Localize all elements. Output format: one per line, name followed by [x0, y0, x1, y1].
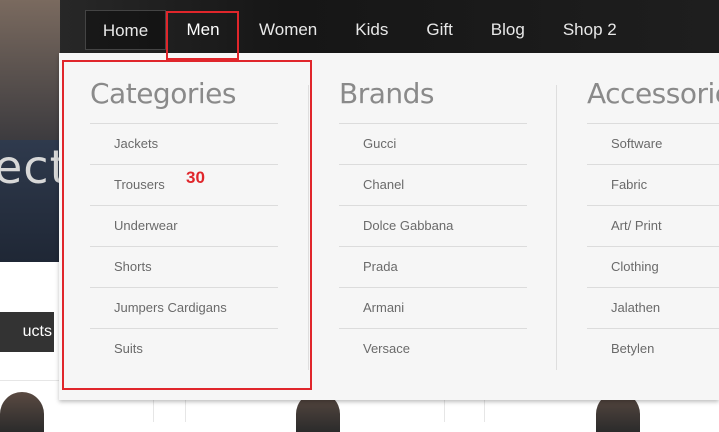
category-link[interactable]: Jumpers Cardigans: [90, 288, 278, 329]
accessory-link[interactable]: Software: [587, 124, 719, 165]
product-thumbnail[interactable]: [0, 392, 44, 432]
column-divider: [556, 85, 557, 370]
brands-title: Brands: [339, 77, 435, 110]
brand-link[interactable]: Armani: [339, 288, 527, 329]
accessories-title: Accessories: [587, 77, 719, 110]
brand-link[interactable]: Dolce Gabbana: [339, 206, 527, 247]
column-divider: [308, 85, 309, 370]
nav-item-shop-2[interactable]: Shop 2: [544, 10, 636, 50]
category-link[interactable]: Suits: [90, 329, 278, 369]
nav-item-kids[interactable]: Kids: [336, 10, 407, 50]
accessory-link[interactable]: Fabric: [587, 165, 719, 206]
brand-link[interactable]: Gucci: [339, 124, 527, 165]
category-link[interactable]: Underwear: [90, 206, 278, 247]
nav-item-women[interactable]: Women: [240, 10, 336, 50]
brand-link[interactable]: Chanel: [339, 165, 527, 206]
annotation-label: 30: [186, 168, 205, 187]
brand-link[interactable]: Prada: [339, 247, 527, 288]
accessory-link[interactable]: Clothing: [587, 247, 719, 288]
accessories-list: Software Fabric Art/ Print Clothing Jala…: [587, 123, 719, 369]
nav-item-gift[interactable]: Gift: [407, 10, 471, 50]
categories-list: Jackets Trousers Underwear Shorts Jumper…: [90, 123, 278, 369]
category-link[interactable]: Jackets: [90, 124, 278, 165]
category-link[interactable]: Trousers: [90, 165, 278, 206]
brands-list: Gucci Chanel Dolce Gabbana Prada Armani …: [339, 123, 527, 369]
accessory-link[interactable]: Art/ Print: [587, 206, 719, 247]
brand-link[interactable]: Versace: [339, 329, 527, 369]
nav-item-home[interactable]: Home: [85, 10, 166, 50]
category-link[interactable]: Shorts: [90, 247, 278, 288]
accessory-link[interactable]: Jalathen: [587, 288, 719, 329]
mega-menu-dropdown: Categories Jackets Trousers Underwear Sh…: [59, 53, 719, 400]
products-button[interactable]: ucts: [0, 312, 54, 352]
nav-item-men[interactable]: Men: [166, 10, 240, 50]
nav-item-blog[interactable]: Blog: [472, 10, 544, 50]
accessory-link[interactable]: Betylen: [587, 329, 719, 369]
main-nav: Home Men Women Kids Gift Blog Shop 2: [85, 10, 636, 50]
categories-title: Categories: [90, 77, 236, 110]
